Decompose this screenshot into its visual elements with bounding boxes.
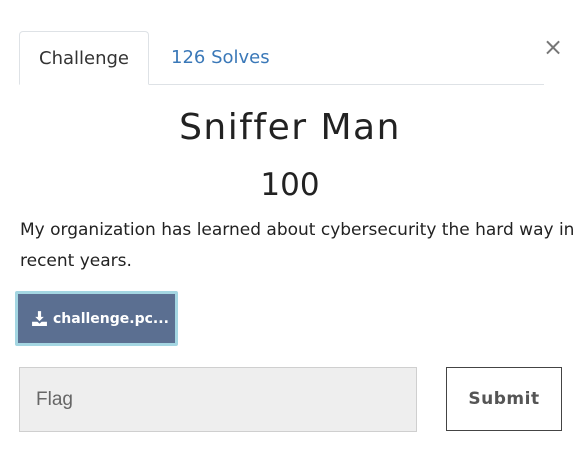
download-file-button[interactable]: challenge.pc... (15, 291, 178, 346)
challenge-description: My organization has learned about cybers… (20, 220, 575, 271)
tab-bar: Challenge 126 Solves (19, 31, 544, 85)
tab-challenge[interactable]: Challenge (19, 31, 149, 85)
file-name-label: challenge.pc... (53, 310, 169, 327)
challenge-points: 100 (260, 167, 320, 203)
flag-input[interactable] (19, 367, 417, 432)
close-icon[interactable]: × (543, 35, 563, 59)
challenge-modal: Challenge 126 Solves × Sniffer Man 100 M… (0, 0, 585, 473)
submit-button[interactable]: Submit (446, 367, 562, 431)
download-icon (32, 311, 47, 326)
challenge-title: Sniffer Man (179, 107, 401, 148)
tab-solves[interactable]: 126 Solves (150, 31, 291, 83)
